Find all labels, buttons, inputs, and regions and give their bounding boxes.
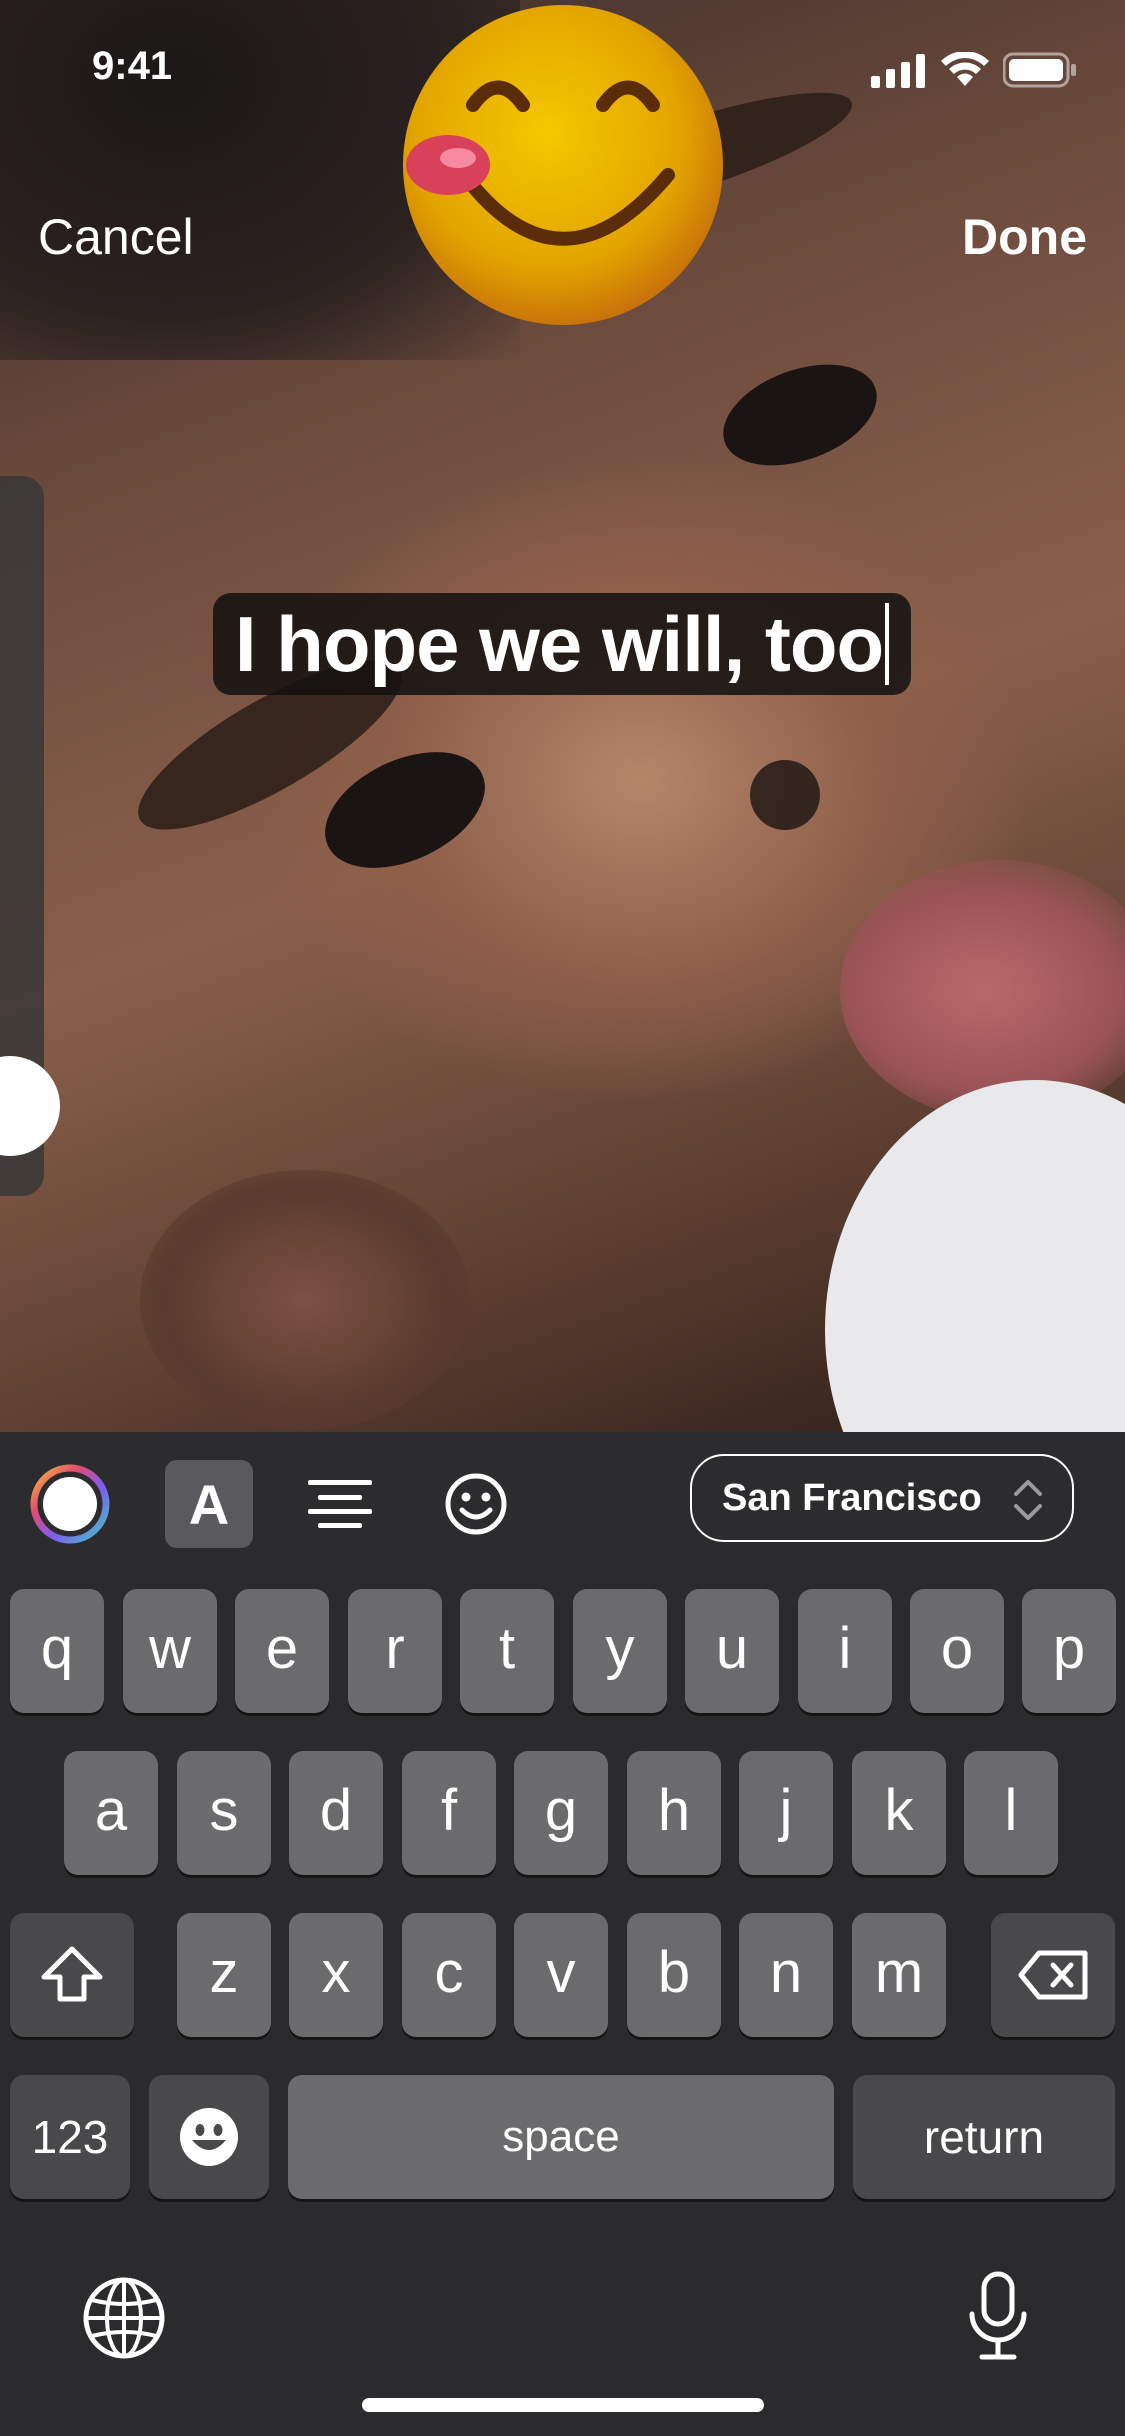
key-e[interactable]: e: [235, 1589, 329, 1713]
status-icons: [871, 52, 1077, 88]
done-button[interactable]: Done: [962, 208, 1087, 266]
text-style-button[interactable]: A: [165, 1460, 253, 1548]
text-toolbar: A San Francisco: [0, 1432, 1125, 1562]
delete-key[interactable]: [991, 1913, 1115, 2037]
chevron-up-down-icon: [1014, 1480, 1042, 1520]
key-x[interactable]: x: [289, 1913, 383, 2037]
return-key[interactable]: return: [853, 2075, 1115, 2199]
key-a[interactable]: a: [64, 1751, 158, 1875]
key-w[interactable]: w: [123, 1589, 217, 1713]
cellular-signal-icon: [871, 54, 925, 88]
font-name: San Francisco: [722, 1476, 982, 1519]
key-m[interactable]: m: [852, 1913, 946, 2037]
align-center-icon: [308, 1480, 372, 1528]
font-selector[interactable]: San Francisco: [690, 1454, 1074, 1542]
yum-face-emoji-sticker[interactable]: [398, 0, 728, 330]
key-t[interactable]: t: [460, 1589, 554, 1713]
smiley-icon: [445, 1473, 507, 1535]
key-s[interactable]: s: [177, 1751, 271, 1875]
color-picker-button[interactable]: [26, 1460, 114, 1548]
key-r[interactable]: r: [348, 1589, 442, 1713]
key-f[interactable]: f: [402, 1751, 496, 1875]
key-n[interactable]: n: [739, 1913, 833, 2037]
key-y[interactable]: y: [573, 1589, 667, 1713]
key-k[interactable]: k: [852, 1751, 946, 1875]
text-overlay-content: I hope we will, too: [234, 599, 884, 688]
home-indicator[interactable]: [362, 2398, 764, 2412]
shift-arrow-icon: [41, 1946, 103, 2002]
keyboard: q w e r t y u i o p a s d f g h j k l z …: [0, 1562, 1125, 2436]
globe-icon[interactable]: [82, 2276, 166, 2360]
text-cursor: [885, 603, 890, 685]
key-u[interactable]: u: [685, 1589, 779, 1713]
numbers-key[interactable]: 123: [10, 2075, 130, 2199]
key-p[interactable]: p: [1022, 1589, 1116, 1713]
microphone-icon[interactable]: [966, 2270, 1030, 2362]
color-wheel-icon: [30, 1464, 110, 1544]
shift-key[interactable]: [10, 1913, 134, 2037]
wifi-icon: [941, 52, 989, 86]
key-q[interactable]: q: [10, 1589, 104, 1713]
key-c[interactable]: c: [402, 1913, 496, 2037]
backspace-icon: [1018, 1950, 1088, 2000]
key-l[interactable]: l: [964, 1751, 1058, 1875]
space-key[interactable]: space: [288, 2075, 834, 2199]
key-b[interactable]: b: [627, 1913, 721, 2037]
text-overlay-box[interactable]: I hope we will, too: [213, 593, 911, 695]
emoji-keyboard-key[interactable]: [149, 2075, 269, 2199]
emoji-sticker-button[interactable]: [432, 1460, 520, 1548]
battery-icon: [1003, 52, 1076, 88]
text-align-button[interactable]: [296, 1460, 384, 1548]
cancel-button[interactable]: Cancel: [38, 208, 194, 266]
key-h[interactable]: h: [627, 1751, 721, 1875]
key-i[interactable]: i: [798, 1589, 892, 1713]
status-time: 9:41: [92, 44, 173, 88]
key-d[interactable]: d: [289, 1751, 383, 1875]
key-z[interactable]: z: [177, 1913, 271, 2037]
key-o[interactable]: o: [910, 1589, 1004, 1713]
key-v[interactable]: v: [514, 1913, 608, 2037]
key-j[interactable]: j: [739, 1751, 833, 1875]
key-g[interactable]: g: [514, 1751, 608, 1875]
emoji-face-icon: [180, 2108, 238, 2166]
